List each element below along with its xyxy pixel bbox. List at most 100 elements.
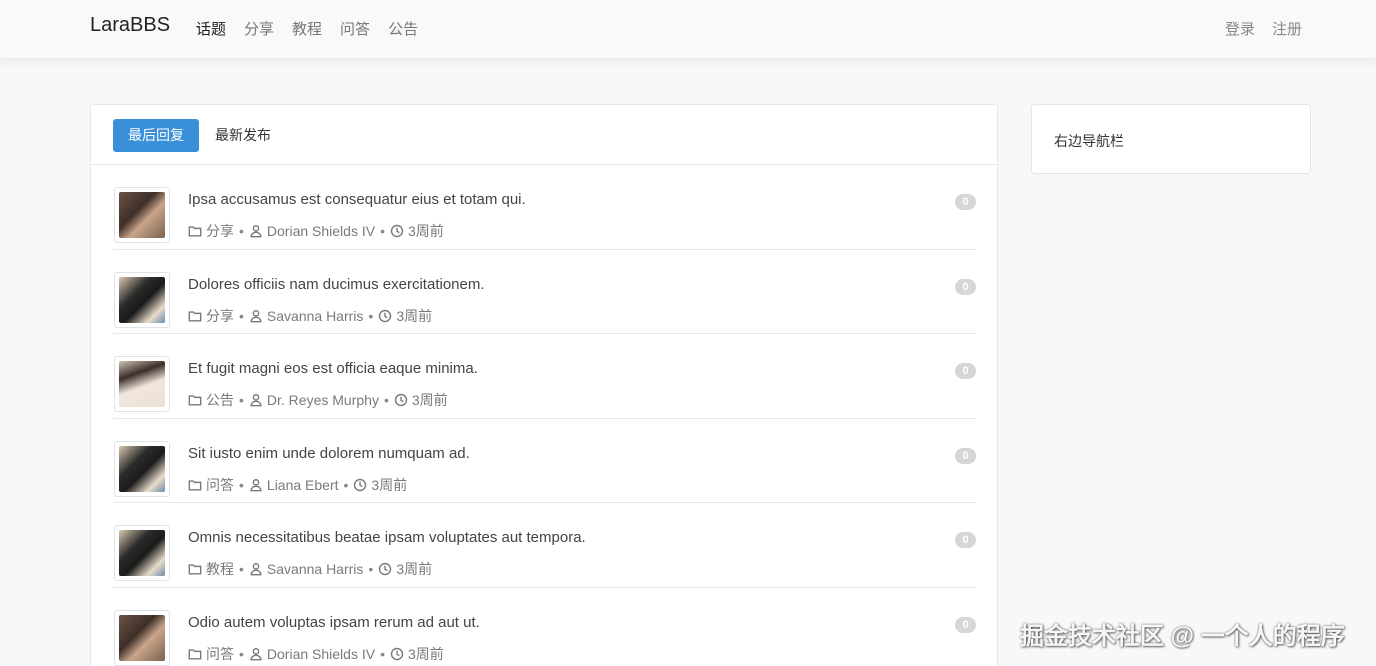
category-label: 公告 <box>206 392 234 409</box>
topic-meta: 公告 • Dr. Reyes Murphy • 3周前 <box>188 390 448 410</box>
topic-category[interactable]: 教程 <box>188 559 234 579</box>
author-name: Liana Ebert <box>266 476 339 493</box>
user-icon <box>250 478 262 492</box>
meta-separator: • <box>343 476 349 493</box>
time-label: 3周前 <box>396 307 433 324</box>
nav-link-qa[interactable]: 问答 <box>340 18 370 39</box>
avatar-image <box>119 614 165 661</box>
topic-category[interactable]: 公告 <box>188 390 234 410</box>
user-icon <box>250 394 262 407</box>
topic-author[interactable]: Savanna Harris <box>249 308 363 324</box>
avatar-image <box>119 192 165 238</box>
category-label: 教程 <box>206 561 234 578</box>
author-avatar[interactable] <box>114 271 170 328</box>
author-avatar[interactable] <box>114 440 170 497</box>
time-label: 3周前 <box>371 476 408 493</box>
user-icon <box>250 225 262 238</box>
topic-category[interactable]: 分享 <box>188 306 234 326</box>
topic-meta: 问答 • Liana Ebert • 3周前 <box>188 475 407 495</box>
topic-item: Sit iusto enim unde dolorem numquam ad. … <box>113 419 976 504</box>
topic-title[interactable]: Sit iusto enim unde dolorem numquam ad. <box>188 445 470 462</box>
author-name: Savanna Harris <box>266 561 364 578</box>
clock-icon <box>390 224 404 238</box>
folder-icon <box>188 649 202 660</box>
author-name: Dorian Shields IV <box>266 645 376 662</box>
reply-count-badge: 0 <box>955 278 976 295</box>
topic-title[interactable]: Omnis necessitatibus beatae ipsam volupt… <box>188 529 586 546</box>
topic-time: 3周前 <box>378 306 432 326</box>
avatar-image <box>119 530 165 577</box>
reply-count-badge: 0 <box>955 532 976 549</box>
topic-meta: 分享 • Savanna Harris • 3周前 <box>188 306 432 326</box>
topic-author[interactable]: Dorian Shields IV <box>249 646 375 662</box>
topic-item: Omnis necessitatibus beatae ipsam volupt… <box>113 503 976 588</box>
watermark-text: 掘金技术社区 @ 一个人的程序 <box>1020 623 1345 650</box>
time-label: 3周前 <box>407 223 444 239</box>
topic-item: Ipsa accusamus est consequatur eius et t… <box>113 165 976 250</box>
tab-latest-post[interactable]: 最新发布 <box>200 119 286 152</box>
clock-icon <box>354 478 367 491</box>
time-label: 3周前 <box>396 561 433 578</box>
topic-time: 3周前 <box>353 475 407 495</box>
topic-category[interactable]: 问答 <box>188 644 234 664</box>
nav-link-share[interactable]: 分享 <box>244 18 274 39</box>
top-navbar: LaraBBS 话题 分享 教程 问答 公告 登录 注册 <box>0 0 1376 59</box>
topic-tabs-header: 最后回复 最新发布 <box>91 105 997 165</box>
topic-item: Et fugit magni eos est officia eaque min… <box>113 334 976 419</box>
nav-link-topics[interactable]: 话题 <box>196 18 226 39</box>
category-label: 问答 <box>206 645 234 662</box>
category-label: 分享 <box>206 223 234 239</box>
brand-logo[interactable]: LaraBBS <box>90 14 170 37</box>
time-label: 3周前 <box>407 645 444 662</box>
folder-icon <box>188 395 202 406</box>
time-label: 3周前 <box>411 392 448 409</box>
category-label: 分享 <box>206 307 234 324</box>
topic-time: 3周前 <box>390 221 444 241</box>
author-avatar[interactable] <box>114 609 170 666</box>
topic-title[interactable]: Et fugit magni eos est officia eaque min… <box>188 360 478 377</box>
topic-list-card: 最后回复 最新发布 Ipsa accusamus est consequatur… <box>90 104 998 666</box>
reply-count-badge: 0 <box>955 363 976 380</box>
folder-icon <box>188 480 202 491</box>
register-link[interactable]: 注册 <box>1272 18 1302 39</box>
topic-title[interactable]: Odio autem voluptas ipsam rerum ad aut u… <box>188 614 480 631</box>
tab-latest-reply[interactable]: 最后回复 <box>113 119 199 152</box>
author-avatar[interactable] <box>114 356 170 413</box>
clock-icon <box>379 309 392 322</box>
topic-list: Ipsa accusamus est consequatur eius et t… <box>113 165 976 666</box>
clock-icon <box>379 563 392 576</box>
meta-separator: • <box>239 645 244 662</box>
topic-author[interactable]: Savanna Harris <box>249 561 364 578</box>
sidebar-card: 右边导航栏 <box>1031 104 1311 174</box>
topic-author[interactable]: Liana Ebert <box>249 477 339 493</box>
topic-meta: 教程 • Savanna Harris • 3周前 <box>188 559 432 579</box>
topic-category[interactable]: 分享 <box>188 221 234 241</box>
topic-time: 3周前 <box>394 390 448 410</box>
topic-category[interactable]: 问答 <box>188 475 234 495</box>
meta-separator: • <box>368 561 374 578</box>
main-nav: 话题 分享 教程 问答 公告 <box>196 18 418 39</box>
user-icon <box>250 648 262 661</box>
topic-meta: 分享 • Dorian Shields IV • 3周前 <box>188 221 444 241</box>
topic-title[interactable]: Dolores officiis nam ducimus exercitatio… <box>188 276 485 293</box>
reply-count-badge: 0 <box>955 447 976 464</box>
author-avatar[interactable] <box>114 525 170 582</box>
nav-link-tutorial[interactable]: 教程 <box>292 18 322 39</box>
login-link[interactable]: 登录 <box>1225 18 1255 39</box>
topic-item: Odio autem voluptas ipsam rerum ad aut u… <box>113 588 976 666</box>
nav-link-announcement[interactable]: 公告 <box>388 18 418 39</box>
meta-separator: • <box>239 476 244 493</box>
category-label: 问答 <box>206 476 234 493</box>
topic-item: Dolores officiis nam ducimus exercitatio… <box>113 250 976 335</box>
topic-author[interactable]: Dr. Reyes Murphy <box>249 392 379 408</box>
avatar-image <box>119 361 165 408</box>
meta-separator: • <box>380 645 385 662</box>
author-name: Dr. Reyes Murphy <box>266 392 379 409</box>
author-avatar[interactable] <box>114 187 170 243</box>
sidebar-title: 右边导航栏 <box>1054 133 1124 149</box>
meta-separator: • <box>239 307 244 324</box>
folder-icon <box>188 226 202 237</box>
topic-author[interactable]: Dorian Shields IV <box>249 223 375 239</box>
auth-nav: 登录 注册 <box>1225 18 1302 39</box>
topic-title[interactable]: Ipsa accusamus est consequatur eius et t… <box>188 191 526 208</box>
